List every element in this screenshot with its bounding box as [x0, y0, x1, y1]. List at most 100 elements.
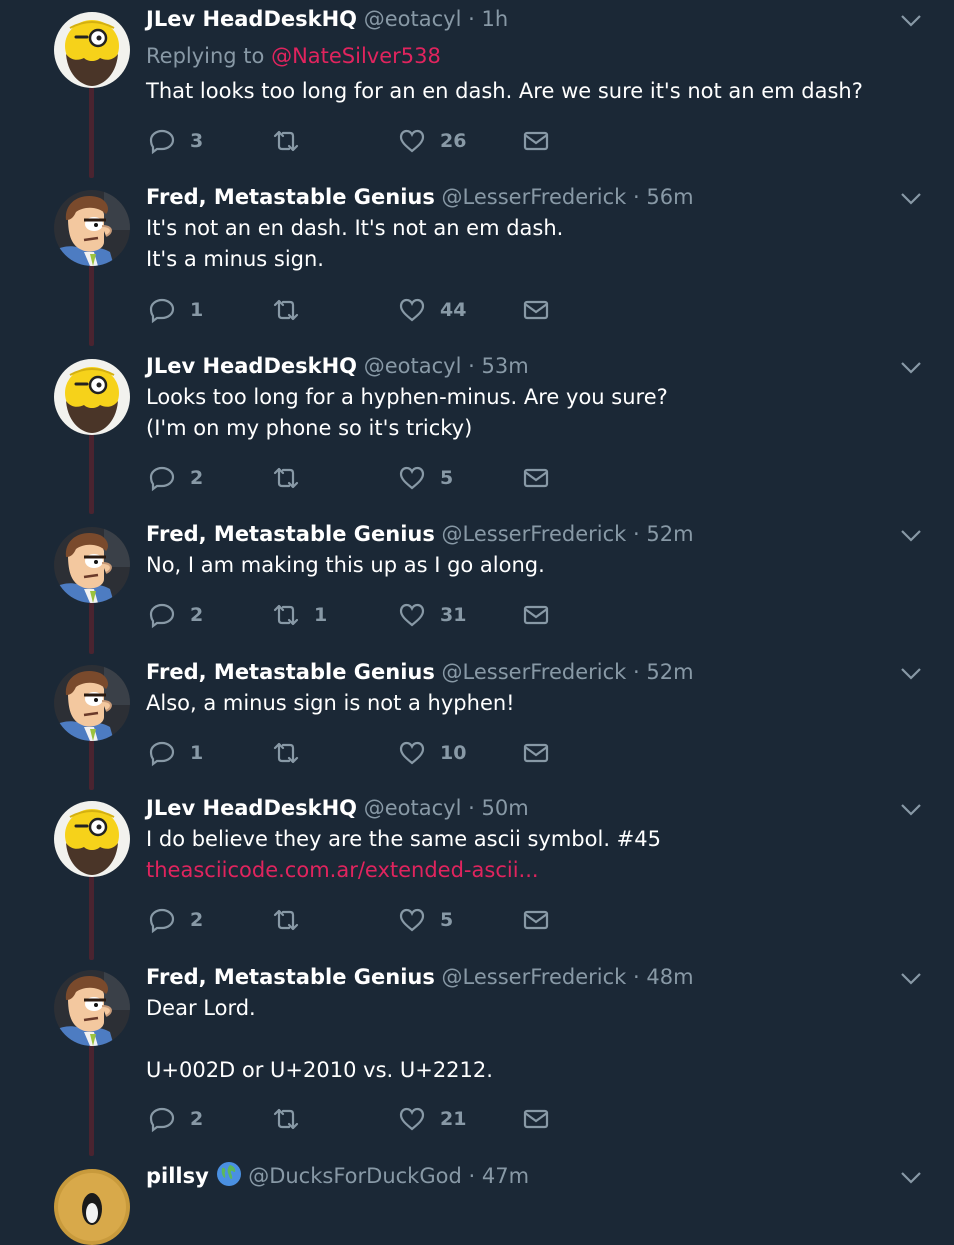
- display-name[interactable]: Fred, Metastable Genius: [146, 185, 435, 209]
- user-handle[interactable]: @LesserFrederick: [442, 965, 627, 989]
- direct-message-button[interactable]: [522, 905, 550, 935]
- separator-dot: ·: [632, 522, 640, 546]
- like-button[interactable]: 44: [398, 295, 466, 325]
- envelope-icon: [523, 300, 549, 320]
- tweet-text: Looks too long for a hyphen-minus. Are y…: [146, 382, 914, 444]
- display-name[interactable]: Fred, Metastable Genius: [146, 965, 435, 989]
- tweet-text-line: Looks too long for a hyphen-minus. Are y…: [146, 385, 668, 409]
- tweet-text: Dear Lord. U+002D or U+2010 vs. U+2212.: [146, 993, 914, 1086]
- heart-icon: [399, 298, 425, 322]
- like-button[interactable]: 26: [398, 126, 466, 156]
- direct-message-button[interactable]: [522, 126, 550, 156]
- user-handle[interactable]: @eotacyl: [364, 354, 462, 378]
- like-button[interactable]: 5: [398, 905, 453, 935]
- chevron-down-icon[interactable]: [900, 192, 922, 206]
- retweet-button[interactable]: 1: [272, 600, 327, 630]
- tweet[interactable]: JLev HeadDeskHQ @eotacyl · 50m I do beli…: [0, 796, 954, 947]
- retweet-button[interactable]: [272, 738, 314, 768]
- timestamp[interactable]: 56m: [646, 185, 693, 209]
- chevron-down-icon[interactable]: [900, 361, 922, 375]
- avatar[interactable]: [54, 190, 130, 266]
- tweet-link[interactable]: theasciicode.com.ar/extended-ascii...: [146, 855, 914, 886]
- timestamp[interactable]: 53m: [481, 354, 528, 378]
- reply-button[interactable]: 2: [148, 463, 203, 493]
- avatar[interactable]: [54, 970, 130, 1046]
- like-count: 10: [440, 742, 467, 764]
- envelope-icon: [523, 131, 549, 151]
- timestamp[interactable]: 52m: [646, 660, 693, 684]
- chevron-down-icon[interactable]: [900, 14, 922, 28]
- timestamp[interactable]: 47m: [482, 1164, 529, 1188]
- display-name[interactable]: JLev HeadDeskHQ: [146, 7, 357, 31]
- retweet-button[interactable]: [272, 905, 314, 935]
- chevron-down-icon[interactable]: [900, 1171, 922, 1185]
- reply-icon: [149, 129, 175, 155]
- reply-button[interactable]: 2: [148, 1104, 203, 1134]
- tweet[interactable]: Fred, Metastable Genius @LesserFrederick…: [0, 660, 954, 781]
- tweet-text: That looks too long for an en dash. Are …: [146, 76, 914, 107]
- tweet-text-line: It's a minus sign.: [146, 247, 324, 271]
- tweet[interactable]: pillsy @DucksForDuckGod · 47m: [0, 1162, 954, 1245]
- retweet-icon: [273, 130, 299, 152]
- user-handle[interactable]: @LesserFrederick: [442, 660, 627, 684]
- display-name[interactable]: pillsy: [146, 1164, 209, 1188]
- avatar[interactable]: [54, 1169, 130, 1245]
- chevron-down-icon[interactable]: [900, 529, 922, 543]
- direct-message-button[interactable]: [522, 295, 550, 325]
- tweet[interactable]: Fred, Metastable Genius @LesserFrederick…: [0, 522, 954, 643]
- chevron-down-icon[interactable]: [900, 803, 922, 817]
- user-handle[interactable]: @LesserFrederick: [442, 185, 627, 209]
- like-button[interactable]: 10: [398, 738, 466, 768]
- retweet-button[interactable]: [272, 295, 314, 325]
- reply-button[interactable]: 3: [148, 126, 203, 156]
- display-name[interactable]: JLev HeadDeskHQ: [146, 354, 357, 378]
- retweet-button[interactable]: [272, 1104, 314, 1134]
- retweet-icon: [273, 1108, 299, 1130]
- tweet[interactable]: JLev HeadDeskHQ @eotacyl · 53m Looks too…: [0, 354, 954, 505]
- reply-button[interactable]: 2: [148, 905, 203, 935]
- direct-message-button[interactable]: [522, 463, 550, 493]
- display-name[interactable]: Fred, Metastable Genius: [146, 660, 435, 684]
- retweet-button[interactable]: [272, 126, 314, 156]
- reply-count: 1: [190, 742, 204, 764]
- user-handle[interactable]: @DucksForDuckGod: [248, 1164, 462, 1188]
- chevron-down-icon[interactable]: [900, 972, 922, 986]
- timestamp[interactable]: 50m: [481, 796, 528, 820]
- direct-message-button[interactable]: [522, 1104, 550, 1134]
- display-name[interactable]: Fred, Metastable Genius: [146, 522, 435, 546]
- display-name[interactable]: JLev HeadDeskHQ: [146, 796, 357, 820]
- direct-message-button[interactable]: [522, 738, 550, 768]
- timestamp[interactable]: 52m: [646, 522, 693, 546]
- like-count: 31: [440, 604, 467, 626]
- tweet-text: No, I am making this up as I go along.: [146, 550, 914, 581]
- direct-message-button[interactable]: [522, 600, 550, 630]
- user-handle[interactable]: @LesserFrederick: [442, 522, 627, 546]
- reply-button[interactable]: 1: [148, 738, 203, 768]
- reply-count: 1: [190, 299, 204, 321]
- avatar[interactable]: [54, 665, 130, 741]
- reply-button[interactable]: 1: [148, 295, 203, 325]
- tweet[interactable]: Fred, Metastable Genius @LesserFrederick…: [0, 965, 954, 1146]
- envelope-icon: [523, 605, 549, 625]
- tweet-text-line: U+002D or U+2010 vs. U+2212.: [146, 1058, 493, 1082]
- like-button[interactable]: 31: [398, 600, 466, 630]
- user-handle[interactable]: @eotacyl: [364, 7, 462, 31]
- separator-dot: ·: [468, 7, 475, 31]
- tweet[interactable]: Fred, Metastable Genius @LesserFrederick…: [0, 185, 954, 336]
- timestamp[interactable]: 48m: [646, 965, 693, 989]
- like-button[interactable]: 21: [398, 1104, 466, 1134]
- reply-button[interactable]: 2: [148, 600, 203, 630]
- avatar[interactable]: [54, 359, 130, 435]
- avatar[interactable]: [54, 801, 130, 877]
- avatar[interactable]: [54, 12, 130, 88]
- user-handle[interactable]: @eotacyl: [364, 796, 462, 820]
- tweet[interactable]: JLev HeadDeskHQ @eotacyl · 1h Replying t…: [0, 7, 954, 168]
- retweet-icon: [273, 742, 299, 764]
- timestamp[interactable]: 1h: [481, 7, 508, 31]
- like-button[interactable]: 5: [398, 463, 453, 493]
- mention-link[interactable]: @NateSilver538: [271, 44, 441, 68]
- avatar[interactable]: [54, 527, 130, 603]
- reply-icon: [149, 1107, 175, 1133]
- chevron-down-icon[interactable]: [900, 667, 922, 681]
- retweet-button[interactable]: [272, 463, 314, 493]
